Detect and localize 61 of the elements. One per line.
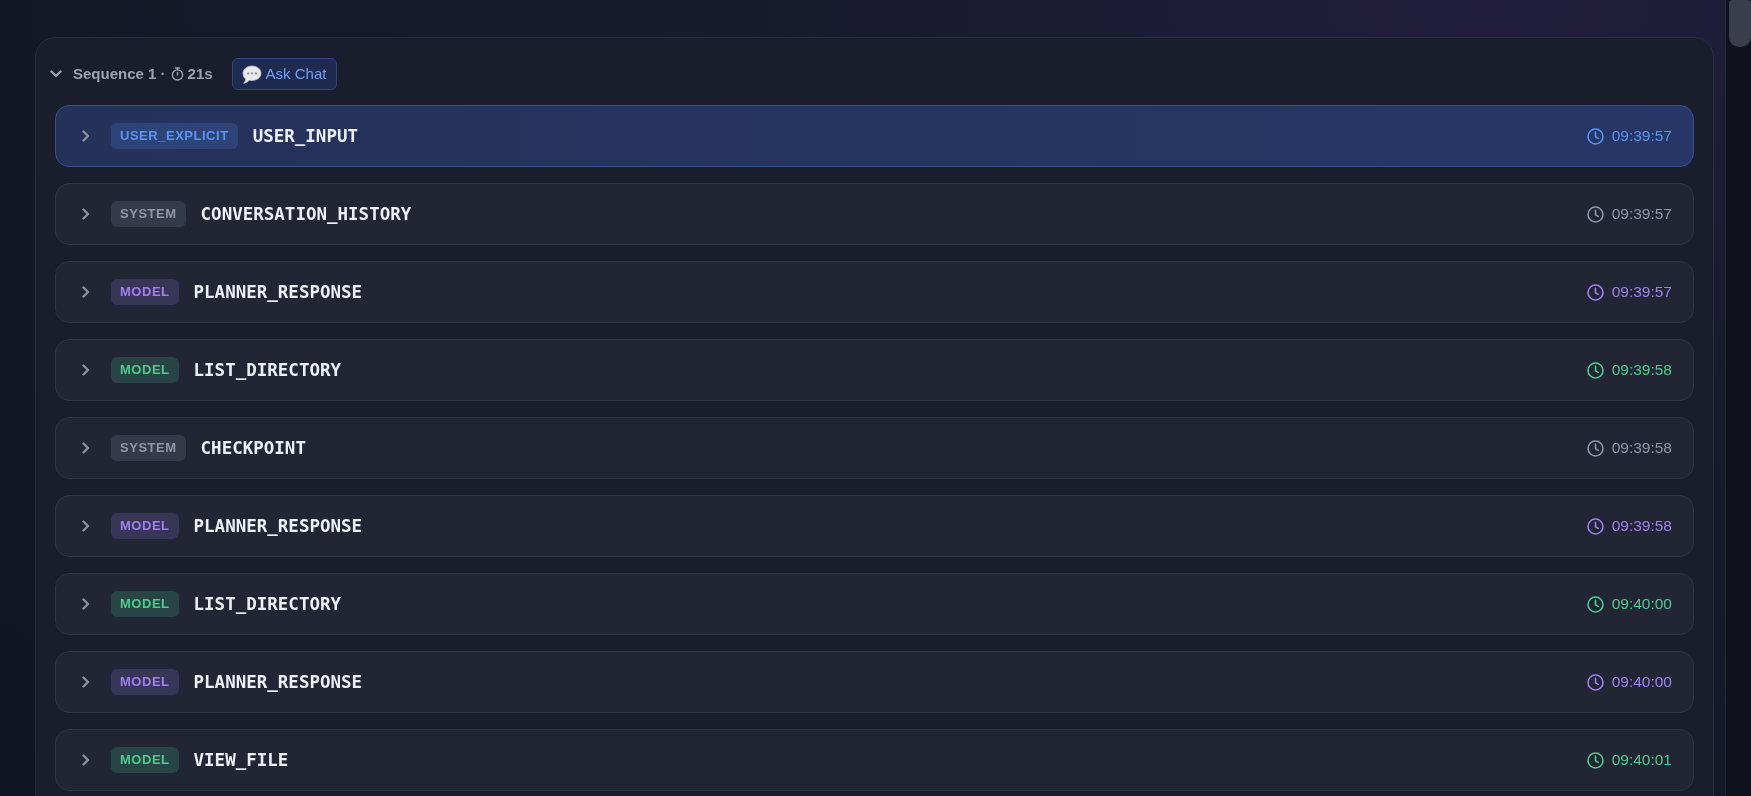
source-tag: MODEL [111, 279, 179, 305]
clock-icon [1586, 751, 1604, 769]
event-type: PLANNER_RESPONSE [193, 514, 363, 538]
clock-icon [1586, 595, 1604, 613]
chevron-right-icon[interactable] [82, 130, 90, 142]
event-type: PLANNER_RESPONSE [193, 670, 363, 694]
event-row[interactable]: MODEL VIEW_FILE 09:40:01 [55, 729, 1694, 791]
event-type: VIEW_FILE [193, 748, 289, 772]
clock-icon [1586, 439, 1604, 457]
timestamp: 09:40:00 [1611, 672, 1672, 693]
source-tag: MODEL [111, 747, 179, 773]
chevron-right-icon[interactable] [82, 364, 90, 376]
timestamp: 09:39:57 [1611, 126, 1672, 147]
event-row[interactable]: MODEL PLANNER_RESPONSE 09:39:58 [55, 495, 1694, 557]
chevron-right-icon[interactable] [82, 208, 90, 220]
sequence-duration: 21s [187, 63, 213, 84]
scrollbar-thumb[interactable] [1729, 0, 1751, 47]
event-type: PLANNER_RESPONSE [193, 280, 363, 304]
event-row[interactable]: MODEL PLANNER_RESPONSE 09:40:00 [55, 651, 1694, 713]
speech-bubble-icon [241, 64, 262, 84]
chevron-right-icon[interactable] [82, 754, 90, 766]
chevron-right-icon[interactable] [82, 286, 90, 298]
clock-icon [1586, 127, 1604, 145]
event-row[interactable]: SYSTEM CONVERSATION_HISTORY 09:39:57 [55, 183, 1694, 245]
clock-icon [1586, 673, 1604, 691]
clock-icon [1586, 205, 1604, 223]
chevron-down-icon[interactable] [50, 70, 62, 78]
event-type: CHECKPOINT [200, 436, 306, 460]
source-tag: USER_EXPLICIT [111, 123, 238, 149]
event-type: LIST_DIRECTORY [193, 358, 342, 382]
timestamp: 09:39:57 [1611, 204, 1672, 225]
timestamp: 09:39:58 [1611, 516, 1672, 537]
chevron-right-icon[interactable] [82, 520, 90, 532]
ask-chat-button[interactable]: Ask Chat [231, 58, 338, 90]
event-row[interactable]: SYSTEM CHECKPOINT 09:39:58 [55, 417, 1694, 479]
chevron-right-icon[interactable] [82, 676, 90, 688]
event-row[interactable]: MODEL LIST_DIRECTORY 09:39:58 [55, 339, 1694, 401]
timestamp: 09:40:01 [1611, 750, 1672, 771]
chevron-right-icon[interactable] [82, 442, 90, 454]
timestamp: 09:39:58 [1611, 438, 1672, 459]
event-row[interactable]: USER_EXPLICIT USER_INPUT 09:39:57 [55, 105, 1694, 167]
timestamp: 09:39:57 [1611, 282, 1672, 303]
stopwatch-icon [170, 67, 184, 81]
event-row[interactable]: MODEL LIST_DIRECTORY 09:40:00 [55, 573, 1694, 635]
event-type: CONVERSATION_HISTORY [200, 202, 412, 226]
source-tag: SYSTEM [111, 201, 186, 227]
clock-icon [1586, 361, 1604, 379]
event-type: LIST_DIRECTORY [193, 592, 342, 616]
timestamp: 09:40:00 [1611, 594, 1672, 615]
chevron-right-icon[interactable] [82, 598, 90, 610]
timestamp: 09:39:58 [1611, 360, 1672, 381]
source-tag: MODEL [111, 591, 179, 617]
source-tag: MODEL [111, 513, 179, 539]
source-tag: MODEL [111, 357, 179, 383]
clock-icon [1586, 283, 1604, 301]
event-row[interactable]: MODEL PLANNER_RESPONSE 09:39:57 [55, 261, 1694, 323]
source-tag: SYSTEM [111, 435, 186, 461]
source-tag: MODEL [111, 669, 179, 695]
sequence-title: Sequence 1 · [73, 63, 166, 84]
clock-icon [1586, 517, 1604, 535]
event-type: USER_INPUT [252, 124, 358, 148]
